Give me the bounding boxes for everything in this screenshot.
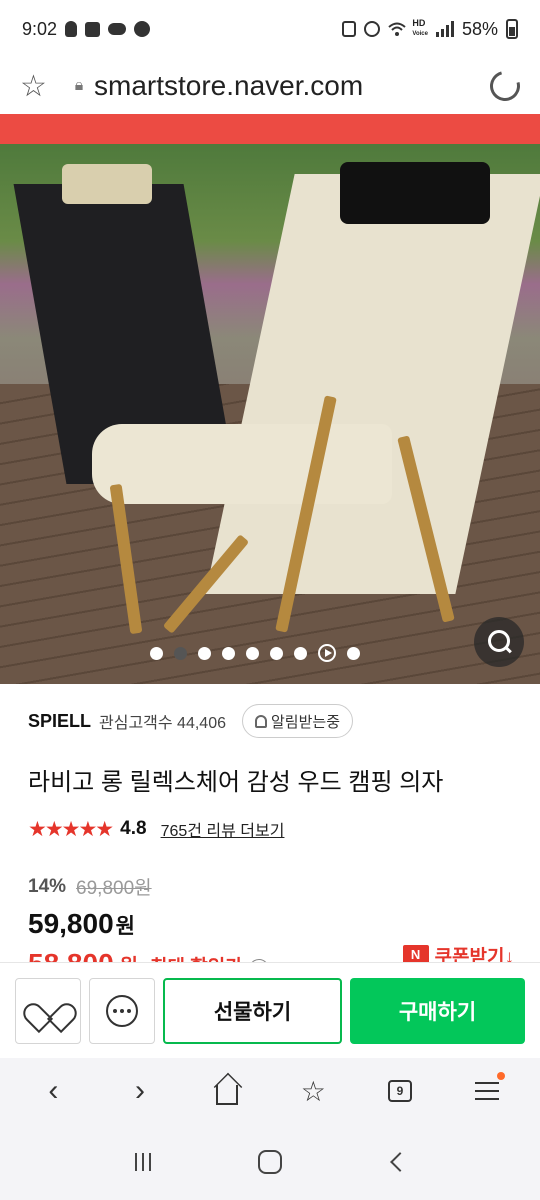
- lock-icon: [342, 21, 357, 37]
- video-play-icon[interactable]: [318, 644, 336, 662]
- menu-icon: [474, 1082, 499, 1100]
- discount-row: 14% 69,800원: [28, 873, 512, 900]
- battery-percent: 58%: [461, 18, 498, 39]
- sale-price-unit: 원: [115, 915, 135, 938]
- carousel-dot[interactable]: [150, 646, 163, 660]
- bell-icon: [255, 714, 267, 728]
- system-nav: [0, 1124, 540, 1200]
- home-system-button[interactable]: [240, 1137, 300, 1187]
- home-icon: [215, 1085, 238, 1105]
- chat-bubble-icon: [134, 21, 151, 37]
- rating-row: ★★★★★ 4.8 765건 리뷰 더보기: [28, 815, 512, 843]
- carousel-dot[interactable]: [222, 646, 235, 660]
- volte-label: Voice: [412, 31, 428, 37]
- signal-icon: [435, 21, 454, 37]
- chat-icon: [106, 994, 138, 1027]
- accessibility-icon: [65, 21, 78, 37]
- tabs-button[interactable]: 9: [370, 1066, 430, 1116]
- menu-button[interactable]: [457, 1066, 517, 1116]
- carousel-dot[interactable]: [270, 646, 283, 660]
- gift-button[interactable]: 선물하기: [163, 977, 342, 1044]
- checkbox-notification-icon: [85, 21, 101, 37]
- volte-indicator: HD Voice: [412, 19, 428, 39]
- home-system-icon: [257, 1150, 282, 1174]
- bookmark-star-icon[interactable]: ☆: [20, 69, 64, 104]
- back-system-button[interactable]: [367, 1137, 427, 1187]
- tabs-icon: 9: [387, 1080, 412, 1102]
- original-price: 69,800원: [76, 878, 152, 899]
- zoom-search-icon[interactable]: [474, 617, 524, 667]
- beige-pillow: [62, 164, 152, 204]
- brand-row: SPIELL 관심고객수 44,406 알림받는중: [28, 684, 512, 758]
- browser-nav: ‹ › ☆ 9: [0, 1058, 540, 1124]
- black-pillow: [340, 162, 490, 224]
- store-header-strip: [0, 114, 540, 144]
- forward-icon[interactable]: ›: [110, 1066, 170, 1116]
- carousel-dot[interactable]: [294, 646, 307, 660]
- bookmarks-button[interactable]: ☆: [283, 1066, 343, 1116]
- purchase-bar: 선물하기 구매하기: [0, 962, 540, 1058]
- brand-name[interactable]: SPIELL: [28, 711, 91, 732]
- interest-count: 관심고객수 44,406: [99, 715, 226, 732]
- browser-url-bar: ☆ 🔒︎ smartstore.naver.com: [0, 58, 540, 114]
- cloud-icon: [108, 23, 127, 35]
- wishlist-button[interactable]: [15, 977, 81, 1044]
- product-image-carousel[interactable]: [0, 144, 540, 684]
- rating-score: 4.8: [120, 818, 147, 839]
- recents-button[interactable]: [113, 1137, 173, 1187]
- rating-stars: ★★★★★: [28, 817, 114, 841]
- alarm-icon: [364, 21, 381, 37]
- wifi-icon: [388, 21, 407, 37]
- alert-button[interactable]: 알림받는중: [242, 704, 354, 738]
- notification-dot: [496, 1072, 505, 1080]
- url-text[interactable]: smartstore.naver.com: [94, 70, 490, 102]
- carousel-dot[interactable]: [347, 646, 360, 660]
- secure-lock-icon[interactable]: 🔒︎: [64, 77, 94, 95]
- back-system-icon: [389, 1152, 410, 1172]
- carousel-dot[interactable]: [246, 646, 259, 660]
- hd-label: HD: [412, 18, 426, 28]
- recents-icon: [135, 1153, 152, 1171]
- battery-icon: [506, 19, 518, 39]
- review-link[interactable]: 765건 리뷰 더보기: [161, 817, 285, 841]
- home-button[interactable]: [197, 1066, 257, 1116]
- alert-button-label: 알림받는중: [271, 713, 341, 731]
- reload-icon[interactable]: [484, 65, 526, 107]
- back-icon[interactable]: ‹: [23, 1066, 83, 1116]
- status-bar: 9:02 HD Voice 58%: [0, 0, 540, 58]
- status-right: HD Voice 58%: [342, 19, 518, 40]
- talk-button[interactable]: [89, 977, 155, 1044]
- carousel-dot[interactable]: [198, 646, 211, 660]
- chair-seat: [92, 424, 392, 504]
- status-time: 9:02: [22, 18, 58, 39]
- carousel-dots: [150, 644, 360, 662]
- status-left: 9:02: [22, 18, 151, 40]
- star-list-icon: ☆: [300, 1075, 326, 1107]
- discount-percent: 14%: [28, 875, 67, 897]
- price-row: 59,800 원: [28, 908, 512, 940]
- carousel-dot-active[interactable]: [174, 646, 187, 660]
- sale-price: 59,800: [28, 908, 114, 939]
- product-title: 라비고 롱 릴렉스체어 감성 우드 캠핑 의자: [28, 769, 444, 796]
- heart-icon: [34, 998, 62, 1024]
- buy-button[interactable]: 구매하기: [350, 977, 525, 1044]
